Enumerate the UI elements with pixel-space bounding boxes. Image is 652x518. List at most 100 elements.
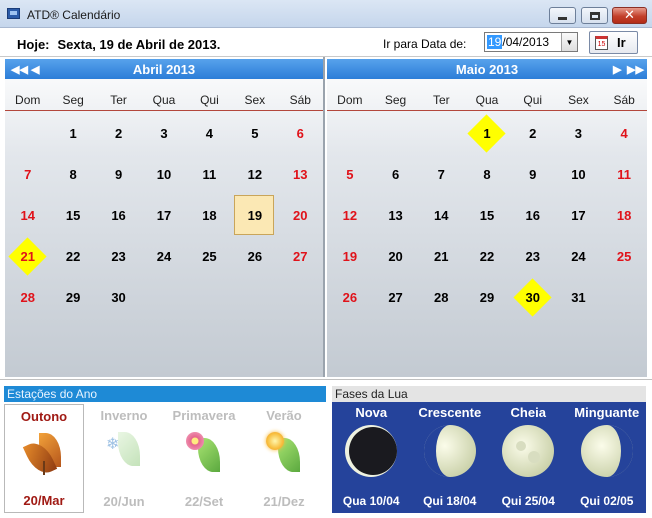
- season-item[interactable]: Outono 20/Mar: [4, 404, 84, 513]
- day-cell[interactable]: 19: [327, 236, 373, 277]
- day-cell[interactable]: 28: [418, 277, 464, 318]
- day-cell[interactable]: 3: [141, 113, 186, 154]
- day-cell[interactable]: 7: [5, 154, 50, 195]
- day-cell[interactable]: 10: [141, 154, 186, 195]
- go-button[interactable]: 15 Ir: [589, 31, 638, 54]
- day-cell[interactable]: 9: [96, 154, 141, 195]
- day-cell[interactable]: 13: [278, 154, 323, 195]
- day-cell[interactable]: 20: [373, 236, 419, 277]
- day-number: 5: [346, 167, 354, 182]
- empty-cell: [5, 113, 50, 154]
- day-cell[interactable]: 13: [373, 195, 419, 236]
- day-cell[interactable]: 25: [187, 236, 232, 277]
- next-year-icon[interactable]: ▶▶: [627, 59, 644, 79]
- day-number: 2: [114, 126, 123, 141]
- day-cell[interactable]: 26: [232, 236, 277, 277]
- day-cell[interactable]: 18: [187, 195, 232, 236]
- day-cell[interactable]: 7: [418, 154, 464, 195]
- day-cell[interactable]: 15: [50, 195, 95, 236]
- weekday-label: Qui: [200, 93, 219, 107]
- day-number: 28: [434, 290, 449, 305]
- season-item[interactable]: Primavera 22/Set: [164, 404, 244, 513]
- day-cell[interactable]: 30: [96, 277, 141, 318]
- day-cell[interactable]: 27: [373, 277, 419, 318]
- day-cell[interactable]: 12: [327, 195, 373, 236]
- day-cell[interactable]: 11: [187, 154, 232, 195]
- day-cell[interactable]: 12: [232, 154, 277, 195]
- day-cell[interactable]: 4: [187, 113, 232, 154]
- day-cell[interactable]: 6: [373, 154, 419, 195]
- day-cell[interactable]: 14: [418, 195, 464, 236]
- day-number: 26: [247, 249, 263, 264]
- minimize-button[interactable]: [549, 7, 576, 24]
- day-number: 25: [202, 249, 217, 264]
- day-cell[interactable]: 10: [556, 154, 602, 195]
- next-month-icon[interactable]: ▶: [613, 59, 621, 79]
- day-cell[interactable]: 9: [510, 154, 556, 195]
- day-cell[interactable]: 21: [418, 236, 464, 277]
- day-cell[interactable]: 23: [510, 236, 556, 277]
- day-cell[interactable]: 23: [96, 236, 141, 277]
- day-number: 15: [65, 208, 81, 223]
- day-number: 20: [293, 208, 308, 223]
- day-number: 7: [24, 167, 32, 182]
- day-cell[interactable]: 24: [141, 236, 186, 277]
- date-picker-input[interactable]: 19/04/2013 ▼: [484, 32, 578, 52]
- day-cell[interactable]: 11: [601, 154, 647, 195]
- day-cell[interactable]: 21: [5, 236, 50, 277]
- day-cell[interactable]: 26: [327, 277, 373, 318]
- chevron-down-icon: ▼: [565, 37, 574, 47]
- prev-month-icon[interactable]: ◀: [31, 59, 39, 79]
- month-may: Maio 2013 ▶ ▶▶ Dom Seg Ter Qua Qui Sex Sáb 123…: [327, 57, 647, 377]
- maximize-button[interactable]: [581, 7, 608, 24]
- day-cell[interactable]: 5: [327, 154, 373, 195]
- day-number: 24: [156, 249, 172, 264]
- day-cell[interactable]: 5: [232, 113, 277, 154]
- day-cell[interactable]: 1: [50, 113, 95, 154]
- day-number: 24: [571, 249, 586, 264]
- day-cell[interactable]: 17: [556, 195, 602, 236]
- day-cell[interactable]: 2: [510, 113, 556, 154]
- day-cell[interactable]: 3: [556, 113, 602, 154]
- day-grid: 1 2 3 4 5 6 7 8 9 10 11 12 13 14 15 16 17 18 19 20 21 22 23 24 2…: [327, 113, 647, 318]
- today-display: Hoje: Sexta, 19 de Abril de 2013.: [17, 37, 220, 52]
- day-cell[interactable]: 17: [141, 195, 186, 236]
- close-button[interactable]: ✕: [612, 7, 647, 24]
- empty-cell: [418, 113, 464, 154]
- weekday-label: Sáb: [289, 93, 311, 107]
- prev-year-icon[interactable]: ◀◀: [11, 59, 28, 79]
- day-cell[interactable]: 15: [464, 195, 510, 236]
- day-cell[interactable]: 25: [601, 236, 647, 277]
- day-number: 4: [620, 126, 628, 141]
- day-cell[interactable]: 18: [601, 195, 647, 236]
- day-cell[interactable]: 24: [556, 236, 602, 277]
- day-cell[interactable]: 6: [278, 113, 323, 154]
- day-cell[interactable]: 22: [464, 236, 510, 277]
- day-cell[interactable]: 8: [464, 154, 510, 195]
- weekday-label: Dom: [337, 93, 363, 107]
- season-item[interactable]: Inverno ❄ 20/Jun: [84, 404, 164, 513]
- goto-date-label: Ir para Data de:: [383, 37, 467, 51]
- day-cell[interactable]: 16: [96, 195, 141, 236]
- day-cell[interactable]: 29: [50, 277, 95, 318]
- day-number: 3: [574, 126, 583, 141]
- day-cell[interactable]: 28: [5, 277, 50, 318]
- day-cell[interactable]: 22: [50, 236, 95, 277]
- day-cell[interactable]: 16: [510, 195, 556, 236]
- day-cell[interactable]: 19: [232, 195, 277, 236]
- day-cell[interactable]: 30: [510, 277, 556, 318]
- day-cell[interactable]: 27: [278, 236, 323, 277]
- day-cell[interactable]: 4: [601, 113, 647, 154]
- day-cell[interactable]: 8: [50, 154, 95, 195]
- season-item[interactable]: Verão 21/Dez: [244, 404, 324, 513]
- day-cell[interactable]: 14: [5, 195, 50, 236]
- day-cell[interactable]: 20: [278, 195, 323, 236]
- date-month-year[interactable]: /04/2013: [502, 35, 549, 49]
- date-day-selected[interactable]: 19: [487, 35, 503, 49]
- day-cell[interactable]: 2: [96, 113, 141, 154]
- maximize-icon: [589, 11, 600, 20]
- day-cell[interactable]: 31: [556, 277, 602, 318]
- day-cell[interactable]: 29: [464, 277, 510, 318]
- day-cell[interactable]: 1: [464, 113, 510, 154]
- date-dropdown-button[interactable]: ▼: [561, 33, 577, 51]
